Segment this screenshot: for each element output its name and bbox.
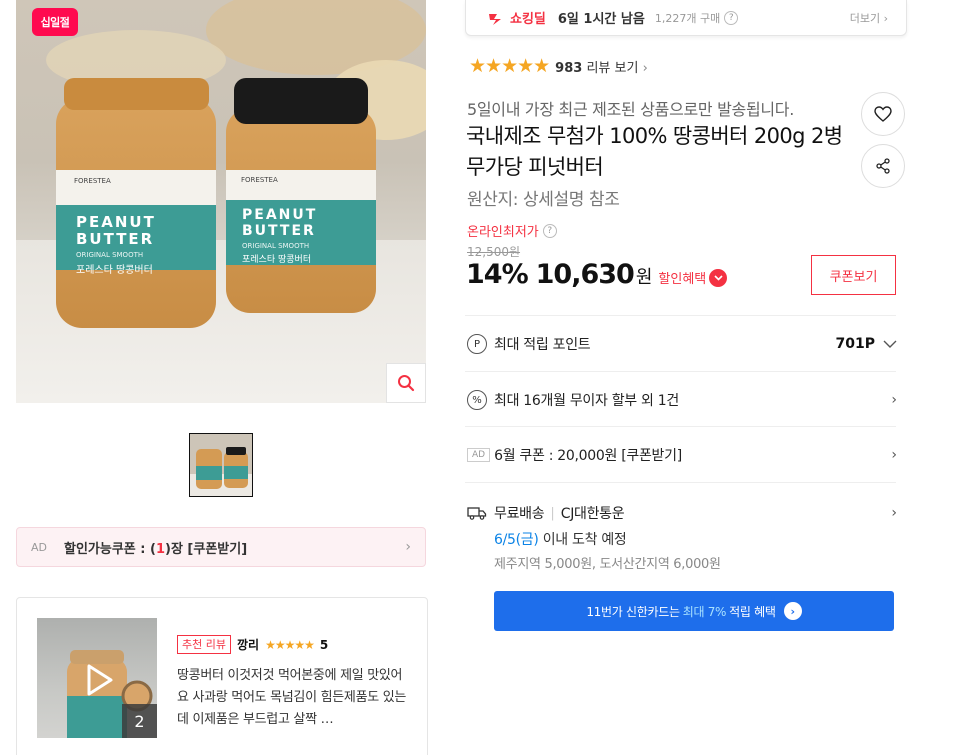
gallery-thumbnail[interactable] (189, 433, 253, 497)
lightning-icon (489, 13, 501, 25)
thumbnail-image (190, 434, 252, 496)
review-header: 추천 리뷰 깡리 ★★★★★ 5 (177, 635, 328, 654)
free-shipping-label: 무료배송 (494, 506, 545, 522)
june-coupon-row[interactable]: AD 6월 쿠폰 : 20,000원 [쿠폰받기] › (467, 443, 897, 467)
product-main-image[interactable]: FORESTEA PEANUT BUTTER ORIGINAL SMOOTH 포… (16, 0, 426, 403)
truck-icon (467, 507, 487, 520)
jar-left-brand: FORESTEA (74, 177, 111, 185)
discount-rate: 14% (466, 259, 529, 290)
currency-unit: 원 (635, 267, 653, 288)
original-price: 12,500원 (467, 245, 521, 259)
recommended-review-badge: 추천 리뷰 (177, 635, 231, 654)
jar-right-line1: PEANUT (242, 207, 318, 223)
chevron-down-icon (709, 268, 728, 287)
review-link[interactable]: 983 리뷰 보기 › (555, 57, 648, 76)
jar-right-line2: BUTTER (242, 223, 316, 239)
divider (465, 426, 896, 427)
percent-icon: % (467, 390, 487, 410)
max-points-label: 최대 적립 포인트 (494, 337, 591, 353)
product-subtitle: 5일이내 가장 최근 제조된 상품으로만 발송됩니다. (467, 100, 794, 119)
jar-left-kor: 포레스타 땅콩버터 (76, 265, 153, 276)
info-icon[interactable]: ? (542, 223, 557, 238)
review-media[interactable]: 2 (37, 618, 157, 738)
sale-price-row: 14% 10,630 원 할인혜택 (466, 259, 728, 290)
rating-row: ★★★★★ 983 리뷰 보기 › (469, 55, 648, 77)
installment-row[interactable]: % 최대 16개월 무이자 할부 외 1건 › (467, 388, 897, 412)
chevron-right-icon: › (891, 447, 897, 463)
product-origin: 원산지: 상세설명 참조 (467, 190, 620, 210)
product-title: 국내제조 무첨가 100% 땅콩버터 200g 2병 무가당 피넛버터 (466, 124, 843, 179)
carrier-name: CJ대한통운 (560, 506, 625, 522)
product-photo (16, 0, 426, 403)
zoom-button[interactable] (386, 363, 426, 403)
coupon-view-button[interactable]: 쿠폰보기 (811, 255, 896, 295)
max-points-value: 701P (835, 336, 875, 352)
discount-coupon-bar[interactable]: AD 할인가능쿠폰 : (1)장 [쿠폰받기] › (16, 527, 426, 567)
divider (465, 315, 896, 316)
review-user: 깡리 (236, 638, 260, 652)
deal-purchase-count: 1,227개 구매 (654, 11, 721, 25)
jar-left-line1: PEANUT (76, 213, 156, 231)
share-icon (876, 158, 890, 174)
arrival-estimate: 6/5(금) 이내 도착 예정 (494, 532, 627, 548)
coupon-count: 1 (155, 541, 165, 557)
review-media-count: 2 (122, 704, 157, 738)
jar-right-brand: FORESTEA (241, 176, 278, 184)
shipping-row[interactable]: 무료배송 | CJ대한통운 › (467, 503, 897, 523)
info-icon[interactable]: ? (724, 10, 739, 25)
featured-review-card[interactable]: 2 추천 리뷰 깡리 ★★★★★ 5 땅콩버터 이것저것 먹어본중에 제일 맛있… (16, 597, 428, 755)
point-icon: P (467, 334, 487, 354)
review-text: 땅콩버터 이것저것 먹어본중에 제일 맛있어요 사과랑 먹어도 목넘김이 힘든제… (177, 668, 407, 727)
card-benefit-banner[interactable]: 11번가 신한카드는 최대 7% 적립 혜택 › (494, 591, 894, 631)
rating-stars: ★★★★★ (469, 55, 550, 77)
chevron-down-icon (883, 340, 897, 348)
jar-left-sub: ORIGINAL SMOOTH (76, 251, 144, 259)
jar-right-kor: 포레스타 땅콩버터 (242, 255, 312, 265)
deal-time-left: 6일 1시간 남음 (557, 12, 645, 27)
card-benefit-highlight: 최대 7% (682, 604, 727, 619)
lowest-price-label: 온라인최저가 ? (467, 221, 557, 240)
coupon-text: 할인가능쿠폰 : (1)장 [쿠폰받기] (64, 541, 248, 557)
chevron-right-icon: › (642, 60, 648, 76)
chevron-right-icon: › (405, 539, 411, 555)
event-badge: 십일절 (32, 8, 78, 36)
jar-right-sub: ORIGINAL SMOOTH (242, 242, 310, 250)
arrival-date: 6/5(금) (494, 532, 539, 548)
review-stars: ★★★★★ (265, 637, 315, 652)
heart-icon (874, 106, 892, 122)
deal-more-link[interactable]: 더보기 › (850, 10, 888, 26)
chevron-right-icon: › (891, 392, 897, 408)
magnifier-icon (398, 375, 415, 392)
chevron-right-icon: › (891, 505, 897, 521)
divider (465, 482, 896, 483)
jar-left-line2: BUTTER (76, 230, 155, 248)
review-score: 5 (319, 637, 329, 652)
shocking-deal-bar: 쇼킹딜 6일 1시간 남음 1,227개 구매 ? 더보기 › (465, 0, 907, 36)
ad-label: AD (31, 540, 47, 554)
ad-label: AD (467, 448, 491, 462)
installment-label: 최대 16개월 무이자 할부 외 1건 (494, 393, 679, 409)
max-points-row[interactable]: P 최대 적립 포인트 701P (467, 332, 897, 356)
shocking-deal-logo: 쇼킹딜 (488, 8, 546, 27)
discount-benefit-link[interactable]: 할인혜택 (658, 268, 728, 287)
wishlist-button[interactable] (861, 92, 905, 136)
june-coupon-label: 6월 쿠폰 : 20,000원 [쿠폰받기] (494, 448, 682, 464)
share-button[interactable] (861, 144, 905, 188)
arrow-right-icon: › (783, 602, 802, 620)
divider (465, 371, 896, 372)
sale-price: 10,630 (535, 259, 635, 290)
separator: | (550, 505, 555, 521)
extra-shipping-fee: 제주지역 5,000원, 도서산간지역 6,000원 (494, 557, 721, 572)
